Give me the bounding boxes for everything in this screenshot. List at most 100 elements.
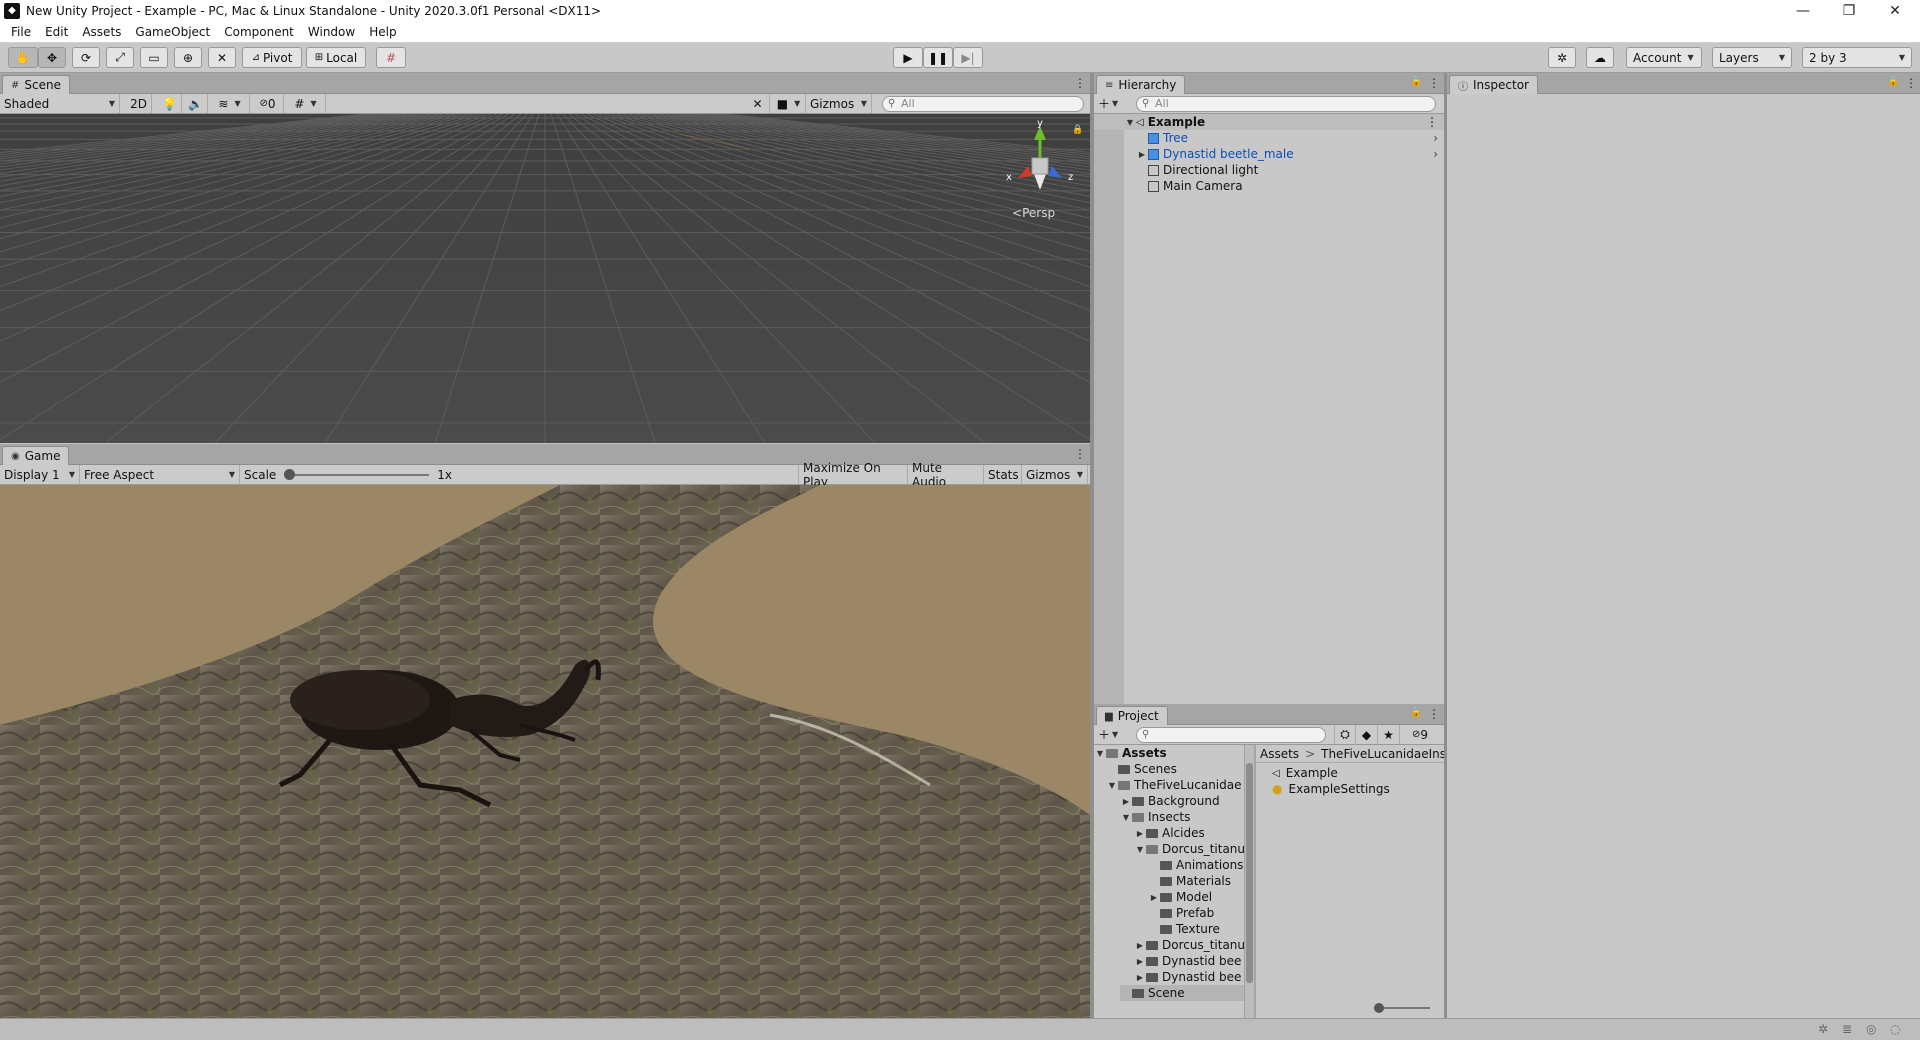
tree-item-scenes[interactable]: Scenes: [1106, 761, 1177, 777]
cache-icon[interactable]: ≣: [1842, 1022, 1852, 1036]
scene-gizmos-dropdown[interactable]: Gizmos ▼: [806, 94, 872, 113]
hierarchy-item-camera[interactable]: Main Camera: [1094, 178, 1444, 194]
aspect-dropdown[interactable]: Free Aspect ▼: [80, 465, 240, 484]
tree-item-alcides[interactable]: ▶ Alcides: [1134, 825, 1205, 841]
project-panel-menu[interactable]: ⋮: [1428, 707, 1440, 721]
menu-component[interactable]: Component: [217, 25, 301, 39]
camera-dropdown[interactable]: ■ ▼: [772, 94, 806, 113]
tree-item-model[interactable]: ▶ Model: [1148, 889, 1212, 905]
pause-button[interactable]: ❚❚: [923, 47, 953, 68]
effects-dropdown[interactable]: ≋ ▼: [210, 94, 250, 113]
scale-slider-thumb[interactable]: [284, 468, 296, 480]
tab-inspector[interactable]: ⓘ Inspector: [1449, 75, 1538, 94]
hidden-packages-toggle[interactable]: ⊘ 9: [1400, 725, 1440, 744]
icon-size-thumb[interactable]: [1374, 1003, 1384, 1013]
cloud-button[interactable]: ☁: [1586, 47, 1614, 68]
close-button[interactable]: ✕: [1872, 0, 1918, 22]
rect-tool-button[interactable]: ▭: [140, 47, 168, 68]
expand-down-icon[interactable]: ▼: [1134, 845, 1146, 854]
scale-slider[interactable]: [284, 468, 430, 481]
tab-scene[interactable]: # Scene: [2, 75, 70, 94]
expand-right-icon[interactable]: ▶: [1134, 829, 1146, 838]
scene-menu-icon[interactable]: ⋮: [1426, 115, 1438, 129]
hand-tool-button[interactable]: ✋: [8, 47, 38, 68]
orientation-gizmo[interactable]: y x z 🔒: [1004, 118, 1084, 208]
maximize-on-play-toggle[interactable]: Maximize On Play: [798, 461, 908, 489]
collab-button[interactable]: ✲: [1548, 47, 1576, 68]
favorites-button[interactable]: ★: [1378, 725, 1400, 744]
expand-right-icon[interactable]: ▶: [1136, 150, 1148, 159]
tree-item-scene[interactable]: Scene: [1120, 985, 1249, 1001]
toggle-2d-button[interactable]: 2D: [126, 94, 152, 113]
tab-project[interactable]: ▆ Project: [1096, 706, 1168, 725]
expand-down-icon[interactable]: ▼: [1120, 813, 1132, 822]
grid-dropdown[interactable]: # ▼: [286, 94, 326, 113]
project-lock-icon[interactable]: 🔒: [1410, 707, 1422, 718]
stats-toggle[interactable]: Stats: [984, 465, 1022, 484]
file-item-examplesettings[interactable]: ● ExampleSettings: [1272, 781, 1390, 797]
hierarchy-item-tree[interactable]: Tree ›: [1094, 130, 1444, 146]
menu-help[interactable]: Help: [362, 25, 403, 39]
tree-item-animations[interactable]: Animations: [1148, 857, 1243, 873]
menu-window[interactable]: Window: [301, 25, 362, 39]
account-dropdown[interactable]: Account ▼: [1626, 47, 1702, 68]
hierarchy-create-button[interactable]: ＋ ▼: [1094, 94, 1128, 113]
menu-gameobject[interactable]: GameObject: [128, 25, 217, 39]
hierarchy-scene-root[interactable]: ▼ ◁ Example ⋮: [1094, 114, 1444, 130]
expand-down-icon[interactable]: ▼: [1094, 749, 1106, 758]
auto-generate-icon[interactable]: ◌: [1890, 1022, 1900, 1036]
shading-mode-dropdown[interactable]: Shaded ▼: [0, 94, 120, 113]
mute-audio-toggle[interactable]: Mute Audio: [908, 461, 984, 489]
lighting-toggle[interactable]: 💡: [158, 94, 182, 113]
tree-item-dorcus-1[interactable]: ▼ Dorcus_titanu: [1134, 841, 1245, 857]
tree-item-dorcus-2[interactable]: ▶ Dorcus_titanu: [1134, 937, 1245, 953]
breadcrumb-current[interactable]: TheFiveLucanidaeInse: [1321, 747, 1444, 761]
project-create-button[interactable]: ＋ ▼: [1094, 725, 1128, 744]
rotate-tool-button[interactable]: ⟳: [72, 47, 100, 68]
game-viewport[interactable]: [0, 485, 1090, 1018]
game-panel-menu[interactable]: ⋮: [1074, 447, 1086, 461]
chevron-right-icon[interactable]: ›: [1433, 131, 1438, 145]
hierarchy-panel-menu[interactable]: ⋮: [1428, 76, 1440, 90]
bug-icon[interactable]: ✲: [1818, 1022, 1828, 1036]
project-tree-scrollbar[interactable]: [1244, 745, 1254, 1018]
menu-assets[interactable]: Assets: [75, 25, 128, 39]
tab-hierarchy[interactable]: ≡ Hierarchy: [1096, 75, 1186, 94]
project-search-input[interactable]: ⚲: [1136, 727, 1326, 743]
tree-item-dynastid-2[interactable]: ▶ Dynastid bee: [1134, 969, 1241, 985]
tree-item-texture[interactable]: Texture: [1148, 921, 1220, 937]
tree-item-dynastid-1[interactable]: ▶ Dynastid bee: [1134, 953, 1241, 969]
snap-button[interactable]: #: [376, 47, 406, 68]
tree-item-materials[interactable]: Materials: [1148, 873, 1231, 889]
expand-right-icon[interactable]: ▶: [1148, 893, 1160, 902]
minimize-button[interactable]: —: [1780, 0, 1826, 22]
move-tool-button[interactable]: ✥: [38, 47, 66, 68]
transform-tool-button[interactable]: ⊕: [174, 47, 202, 68]
file-item-example[interactable]: ◁ Example: [1272, 765, 1338, 781]
scrollbar-thumb[interactable]: [1246, 763, 1253, 983]
expand-down-icon[interactable]: ▼: [1124, 118, 1136, 127]
expand-right-icon[interactable]: ▶: [1134, 957, 1146, 966]
layout-dropdown[interactable]: 2 by 3 ▼: [1802, 47, 1912, 68]
scene-viewport[interactable]: y x z 🔒 <Persp: [0, 114, 1090, 443]
progress-icon[interactable]: ◎: [1866, 1022, 1876, 1036]
layers-dropdown[interactable]: Layers ▼: [1712, 47, 1792, 68]
search-by-type-button[interactable]: ⛭: [1334, 725, 1356, 744]
projection-toggle[interactable]: <Persp: [1012, 206, 1055, 220]
expand-right-icon[interactable]: ▶: [1120, 797, 1132, 806]
inspector-panel-menu[interactable]: ⋮: [1905, 76, 1917, 90]
tree-item-prefab[interactable]: Prefab: [1148, 905, 1214, 921]
hierarchy-lock-icon[interactable]: 🔒: [1410, 76, 1422, 87]
display-dropdown[interactable]: Display 1 ▼: [0, 465, 80, 484]
hierarchy-item-light[interactable]: Directional light: [1094, 162, 1444, 178]
tree-item-thefivelucanidae[interactable]: ▼ TheFiveLucanidae: [1106, 777, 1242, 793]
audio-toggle[interactable]: 🔈: [184, 94, 208, 113]
expand-down-icon[interactable]: ▼: [1106, 781, 1118, 790]
tree-item-insects[interactable]: ▼ Insects: [1120, 809, 1190, 825]
tree-item-background[interactable]: ▶ Background: [1120, 793, 1220, 809]
maximize-button[interactable]: ❐: [1826, 0, 1872, 22]
menu-file[interactable]: File: [4, 25, 38, 39]
hidden-objects-toggle[interactable]: ⊘ 0: [252, 94, 284, 113]
local-toggle[interactable]: ⊞ Local: [306, 47, 366, 68]
menu-edit[interactable]: Edit: [38, 25, 75, 39]
